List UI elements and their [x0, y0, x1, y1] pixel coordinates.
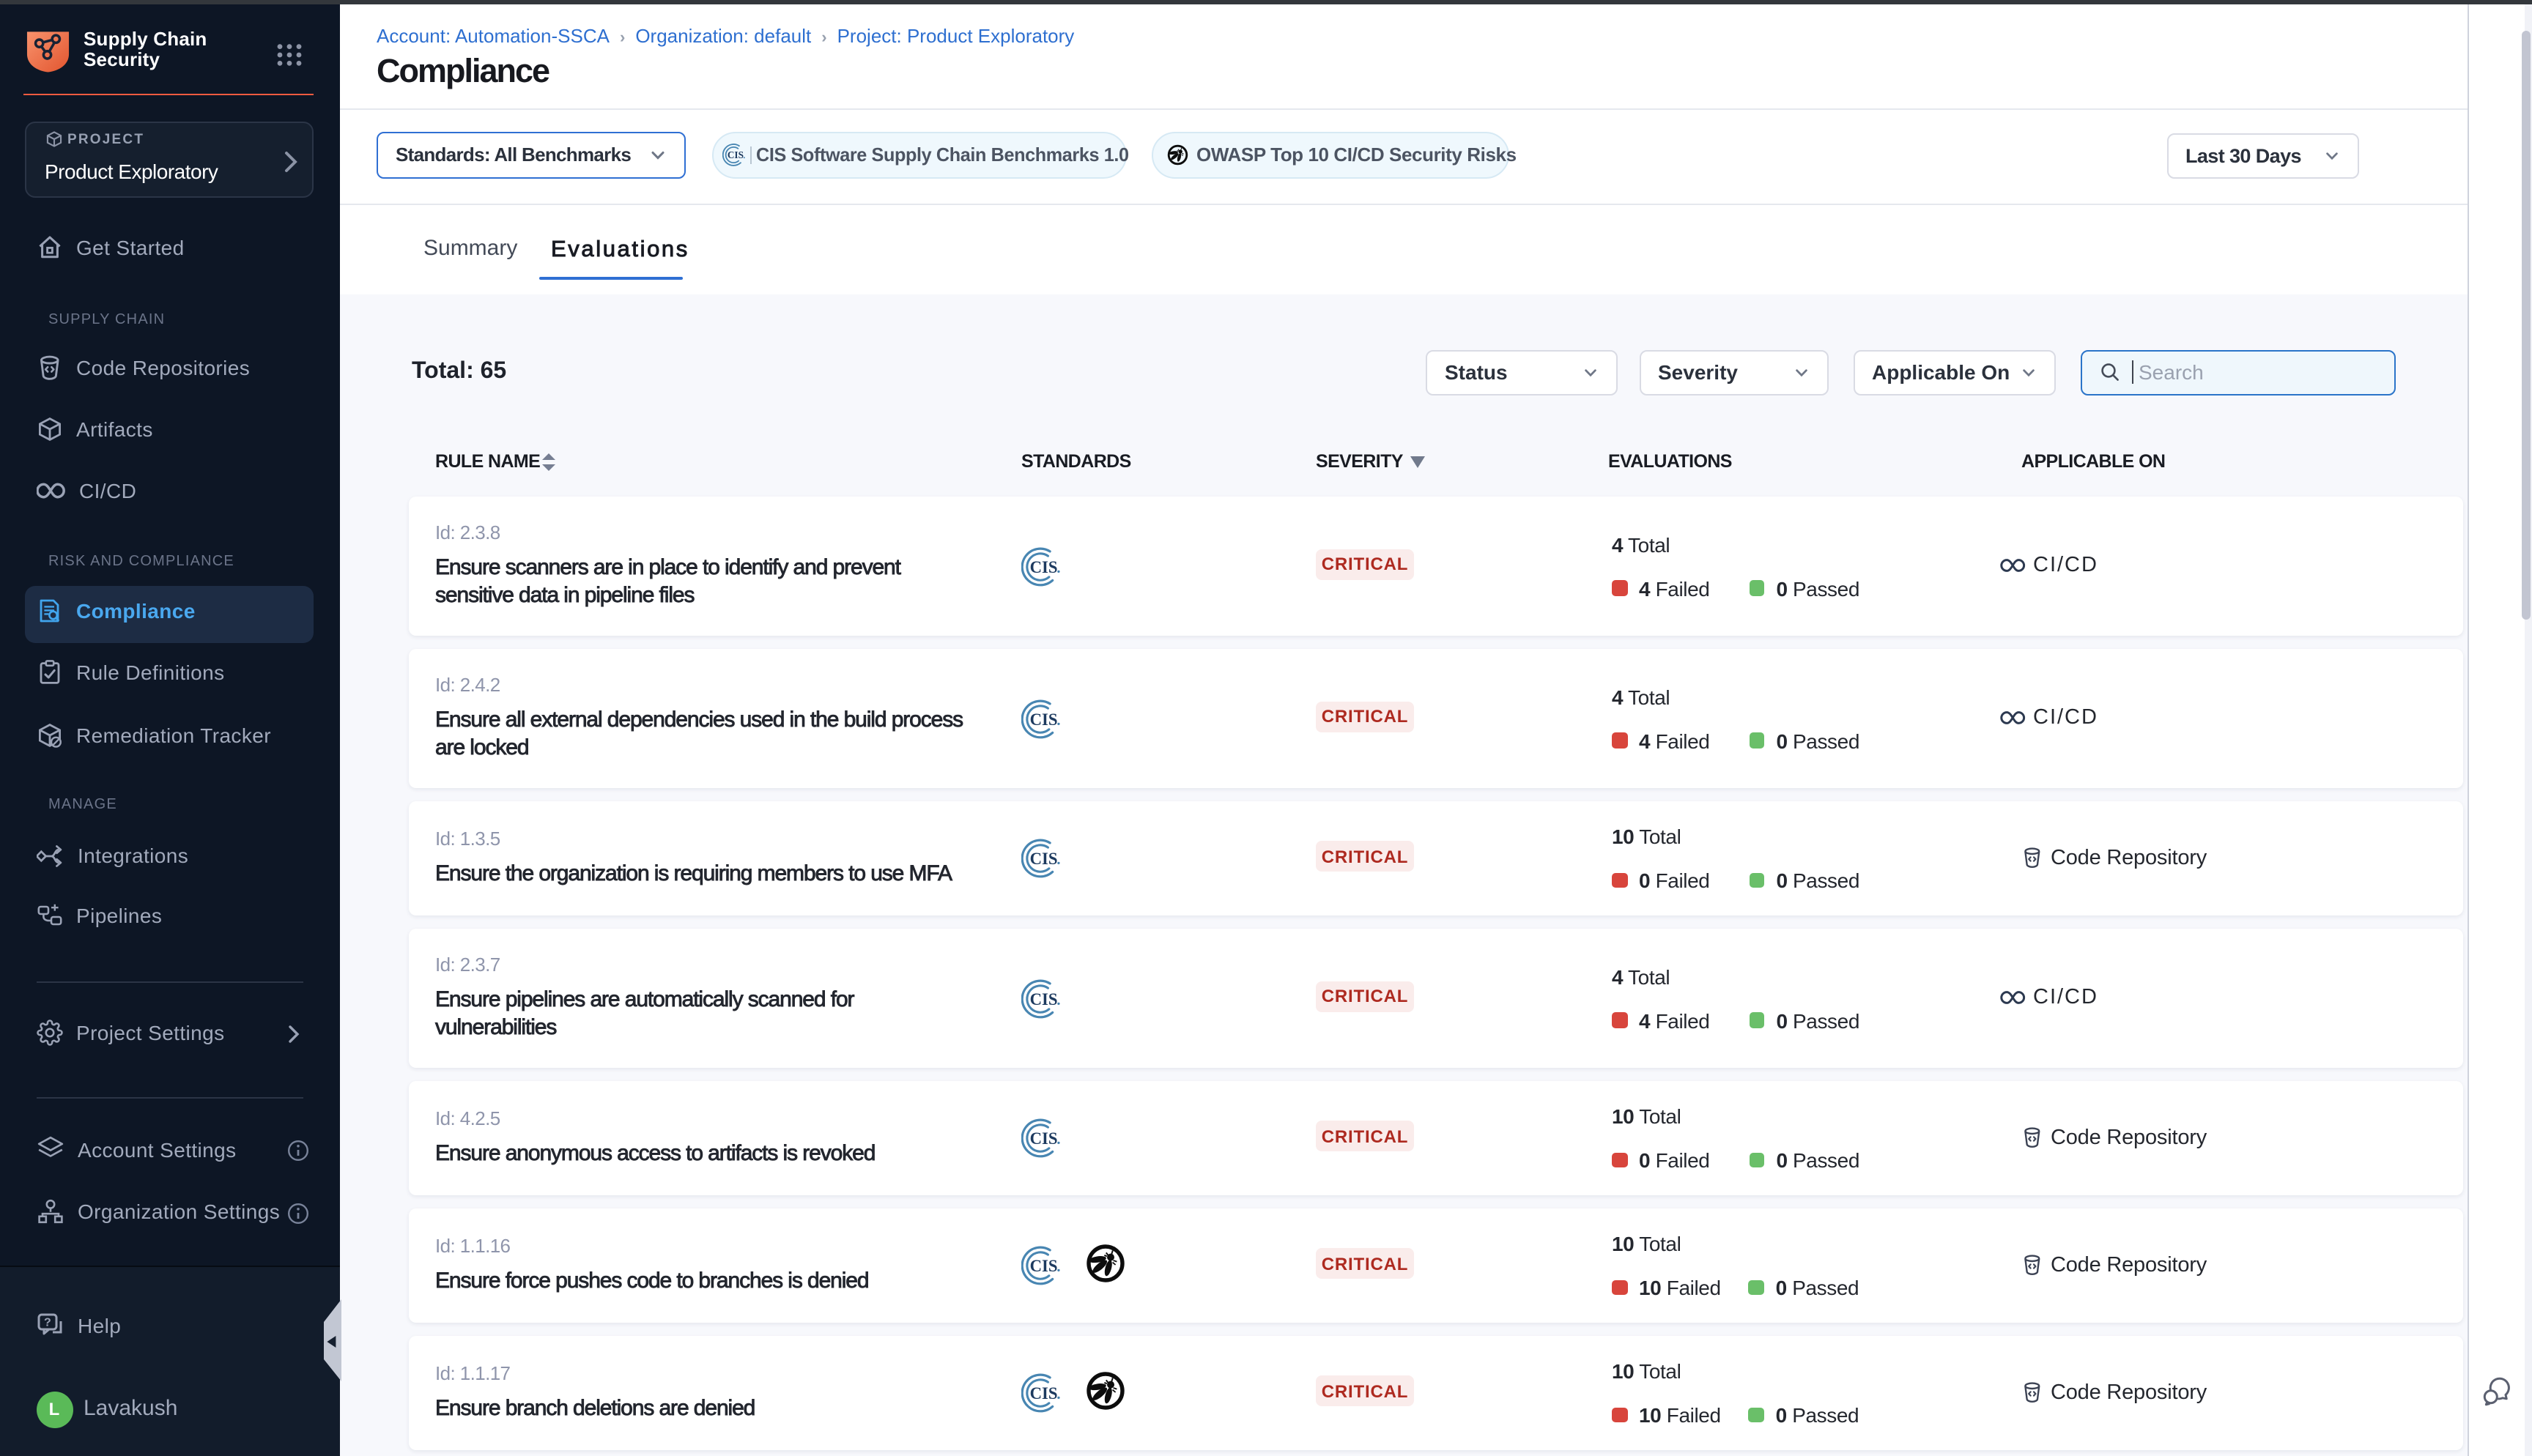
svg-text:?: ?	[44, 1315, 51, 1328]
